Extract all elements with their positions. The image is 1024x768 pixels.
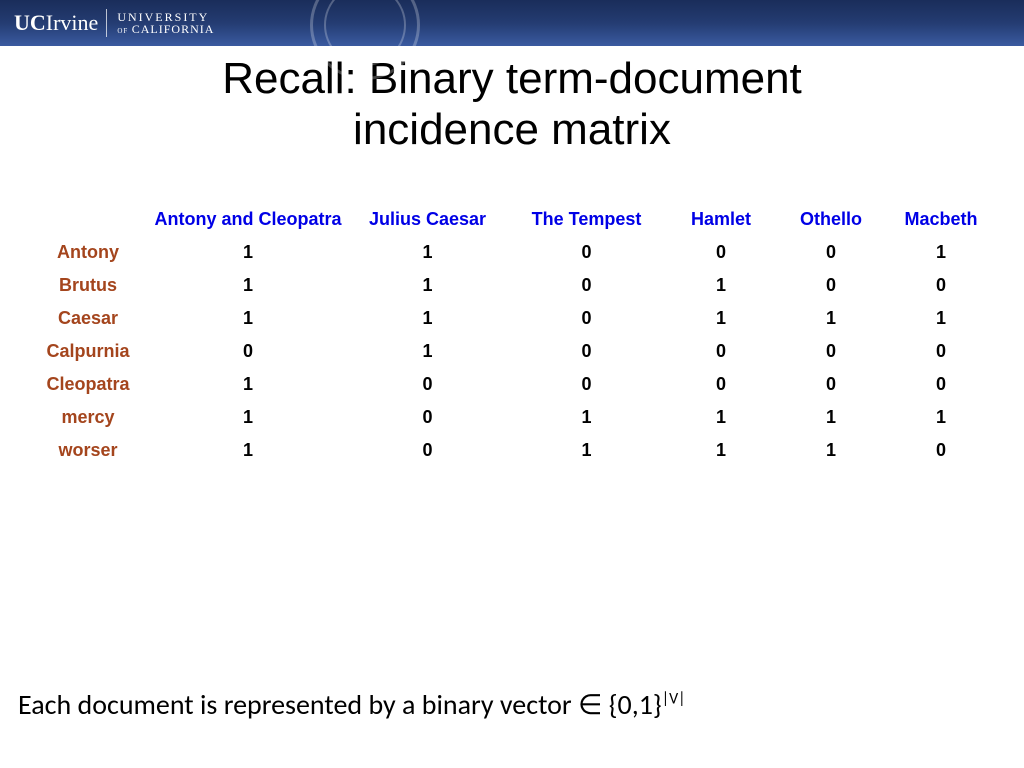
row-header: Antony — [28, 236, 148, 269]
matrix-cell: 0 — [776, 236, 886, 269]
matrix-cell: 1 — [348, 269, 507, 302]
matrix-cell: 1 — [348, 236, 507, 269]
matrix-cell: 0 — [776, 335, 886, 368]
matrix-cell: 1 — [666, 434, 776, 467]
table-row: Caesar110111 — [28, 302, 996, 335]
row-header: Brutus — [28, 269, 148, 302]
row-header: mercy — [28, 401, 148, 434]
matrix-cell: 1 — [148, 434, 348, 467]
row-header: worser — [28, 434, 148, 467]
matrix-cell: 0 — [886, 434, 996, 467]
matrix-cell: 0 — [507, 269, 666, 302]
matrix-cell: 0 — [148, 335, 348, 368]
matrix-cell: 1 — [666, 269, 776, 302]
col-header: Macbeth — [886, 203, 996, 236]
matrix-cell: 0 — [348, 368, 507, 401]
col-header: Julius Caesar — [348, 203, 507, 236]
col-header: Othello — [776, 203, 886, 236]
col-header: The Tempest — [507, 203, 666, 236]
matrix-cell: 0 — [507, 368, 666, 401]
matrix-cell: 0 — [348, 434, 507, 467]
uci-logo: UCIrvine — [14, 10, 98, 36]
matrix-cell: 1 — [148, 236, 348, 269]
footnote-superscript: |V| — [662, 690, 686, 709]
row-header: Caesar — [28, 302, 148, 335]
university-label: UNIVERSITY of CALIFORNIA — [117, 11, 214, 36]
matrix-cell: 1 — [148, 269, 348, 302]
matrix-cell: 1 — [148, 302, 348, 335]
matrix-cell: 1 — [507, 434, 666, 467]
table-row: worser101110 — [28, 434, 996, 467]
matrix-cell: 0 — [348, 401, 507, 434]
matrix-body: Antony110001Brutus110100Caesar110111Calp… — [28, 236, 996, 467]
matrix-cell: 1 — [776, 434, 886, 467]
matrix-header-row: Antony and Cleopatra Julius Caesar The T… — [28, 203, 996, 236]
matrix-cell: 0 — [507, 335, 666, 368]
title-line-2: incidence matrix — [353, 105, 671, 154]
table-row: Calpurnia010000 — [28, 335, 996, 368]
matrix-cell: 1 — [348, 302, 507, 335]
matrix-cell: 1 — [886, 236, 996, 269]
university-banner: UCIrvine UNIVERSITY of CALIFORNIA — [0, 0, 1024, 46]
matrix-cell: 0 — [776, 269, 886, 302]
matrix-cell: 1 — [886, 302, 996, 335]
matrix-cell: 0 — [666, 368, 776, 401]
matrix-cell: 1 — [348, 335, 507, 368]
footnote-prefix: Each document is represented by a binary… — [18, 687, 578, 722]
table-row: Cleopatra100000 — [28, 368, 996, 401]
row-header: Calpurnia — [28, 335, 148, 368]
col-header: Hamlet — [666, 203, 776, 236]
matrix-cell: 1 — [148, 401, 348, 434]
table-row: Antony110001 — [28, 236, 996, 269]
matrix-cell: 0 — [666, 236, 776, 269]
matrix-cell: 0 — [886, 335, 996, 368]
matrix-cell: 1 — [886, 401, 996, 434]
matrix-cell: 0 — [776, 368, 886, 401]
matrix-cell: 0 — [886, 368, 996, 401]
footnote: Each document is represented by a binary… — [18, 687, 686, 722]
footnote-set: {0,1} — [602, 687, 661, 722]
matrix-cell: 0 — [666, 335, 776, 368]
matrix-cell: 1 — [776, 401, 886, 434]
row-header: Cleopatra — [28, 368, 148, 401]
table-row: mercy101111 — [28, 401, 996, 434]
matrix-cell: 1 — [507, 401, 666, 434]
title-line-1: Recall: Binary term-document — [222, 54, 802, 103]
logo-divider — [106, 9, 107, 37]
matrix-table: Antony and Cleopatra Julius Caesar The T… — [28, 203, 996, 467]
university-line2: of CALIFORNIA — [117, 23, 214, 36]
logo-uc: UC — [14, 10, 46, 36]
slide-title: Recall: Binary term-document incidence m… — [0, 54, 1024, 155]
matrix-cell: 1 — [666, 401, 776, 434]
incidence-matrix: Antony and Cleopatra Julius Caesar The T… — [28, 203, 996, 467]
logo-irvine: Irvine — [46, 10, 99, 36]
matrix-cell: 0 — [507, 236, 666, 269]
matrix-cell: 1 — [776, 302, 886, 335]
col-header: Antony and Cleopatra — [148, 203, 348, 236]
matrix-cell: 0 — [507, 302, 666, 335]
matrix-cell: 1 — [666, 302, 776, 335]
matrix-cell: 1 — [148, 368, 348, 401]
matrix-cell: 0 — [886, 269, 996, 302]
table-row: Brutus110100 — [28, 269, 996, 302]
footnote-in: ∈ — [578, 687, 602, 722]
